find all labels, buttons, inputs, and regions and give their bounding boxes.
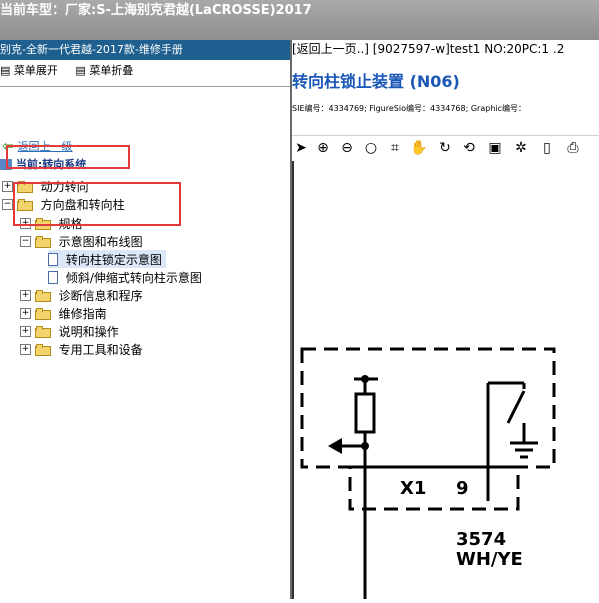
arrow-symbol <box>328 438 342 454</box>
folder-icon <box>34 307 51 320</box>
tree-item-special-tools[interactable]: + 专用工具和设备 <box>20 340 143 358</box>
reset-icon[interactable]: ⟲ <box>460 139 478 157</box>
folder-open-icon <box>34 235 51 248</box>
folder-icon <box>34 325 51 338</box>
expand-menu-button[interactable]: ▤ 菜单展开 <box>0 60 58 82</box>
tree-item-description-operation[interactable]: + 说明和操作 <box>20 322 119 340</box>
zoom-out-icon[interactable]: ⊖ <box>338 139 356 157</box>
manual-title: 别克-全新一代君越-2017款-维修手册 <box>0 40 290 60</box>
tree-item-diagnostics[interactable]: + 诊断信息和程序 <box>20 286 143 304</box>
wiring-diagram: X1 9 3574 WH/YE <box>300 347 556 599</box>
crop-icon[interactable]: ⌗ <box>386 139 404 157</box>
settings-icon[interactable]: ✲ <box>512 139 530 157</box>
collapse-menu-button[interactable]: ▤ 菜单折叠 <box>75 60 133 82</box>
document-meta: SIE编号：4334769; FigureSio编号：4334768; Grap… <box>292 104 527 113</box>
rotate-icon[interactable]: ↻ <box>436 139 454 157</box>
folder-icon <box>34 289 51 302</box>
pin-label: 9 <box>456 478 469 499</box>
connector-label: X1 <box>400 478 426 499</box>
left-panel: 别克-全新一代君越-2017款-维修手册 ▤ 菜单展开 ▤ 菜单折叠 ⇦ 返回上… <box>0 40 291 599</box>
expand-toggle[interactable]: + <box>2 181 13 192</box>
document-icon <box>48 253 58 266</box>
nav-tree: ⇦ 返回上一级 当前:转向系统 + 动力转向 − 方向盘和转向柱 + 规格 − … <box>0 87 290 357</box>
connector-outline <box>348 465 520 511</box>
right-panel: [返回上一页..] [9027597-w]test1 NO:20PC:1 .2 … <box>292 40 599 599</box>
expand-toggle[interactable]: + <box>20 344 31 355</box>
collapse-icon: ▤ <box>75 64 86 77</box>
page-icon[interactable]: ▯ <box>538 139 556 157</box>
tree-item-schematics[interactable]: − 示意图和布线图 <box>20 232 143 250</box>
breadcrumb-nav[interactable]: [返回上一页..] [9027597-w]test1 NO:20PC:1 .2 <box>292 40 599 58</box>
expand-icon: ▤ <box>0 64 11 77</box>
document-icon <box>48 271 58 284</box>
pointer-icon[interactable]: ➤ <box>292 139 310 157</box>
highlight-box <box>13 182 181 226</box>
expand-toggle[interactable]: + <box>20 326 31 337</box>
vehicle-title: 当前车型：厂家:S-上海别克君越(LaCROSSE)2017 <box>0 3 312 18</box>
diagram-canvas[interactable]: X1 9 3574 WH/YE <box>292 161 599 599</box>
menu-tools: ▤ 菜单展开 ▤ 菜单折叠 <box>0 60 290 82</box>
tree-item-column-lock-schematic[interactable]: 转向柱锁定示意图 <box>48 250 166 268</box>
page-title: 转向柱锁止装置 (N06) <box>292 72 460 91</box>
wire-number: 3574 <box>456 529 506 550</box>
folder-icon <box>34 343 51 356</box>
fit-icon[interactable]: ▣ <box>486 139 504 157</box>
tree-item-repair-guide[interactable]: + 维修指南 <box>20 304 107 322</box>
expand-toggle[interactable]: + <box>20 308 31 319</box>
collapse-toggle[interactable]: − <box>2 199 13 210</box>
top-bar: 当前车型：厂家:S-上海别克君越(LaCROSSE)2017 <box>0 0 599 40</box>
resistor-symbol <box>354 392 376 434</box>
switch-symbol <box>506 390 526 424</box>
print-icon[interactable]: ⎙ <box>564 139 582 157</box>
tree-item-tilt-telescope-schematic[interactable]: 倾斜/伸缩式转向柱示意图 <box>48 268 202 286</box>
zoom-in-icon[interactable]: ⊕ <box>314 139 332 157</box>
zoom-search-icon[interactable]: ○ <box>362 139 380 157</box>
wire-color: WH/YE <box>456 549 523 570</box>
collapse-toggle[interactable]: − <box>20 236 31 247</box>
viewer-toolbar: ➤ ⊕ ⊖ ○ ⌗ ✋ ↻ ⟲ ▣ ✲ ▯ ⎙ <box>292 135 599 163</box>
expand-toggle[interactable]: + <box>20 290 31 301</box>
highlight-box <box>6 145 130 169</box>
pan-hand-icon[interactable]: ✋ <box>410 139 428 157</box>
